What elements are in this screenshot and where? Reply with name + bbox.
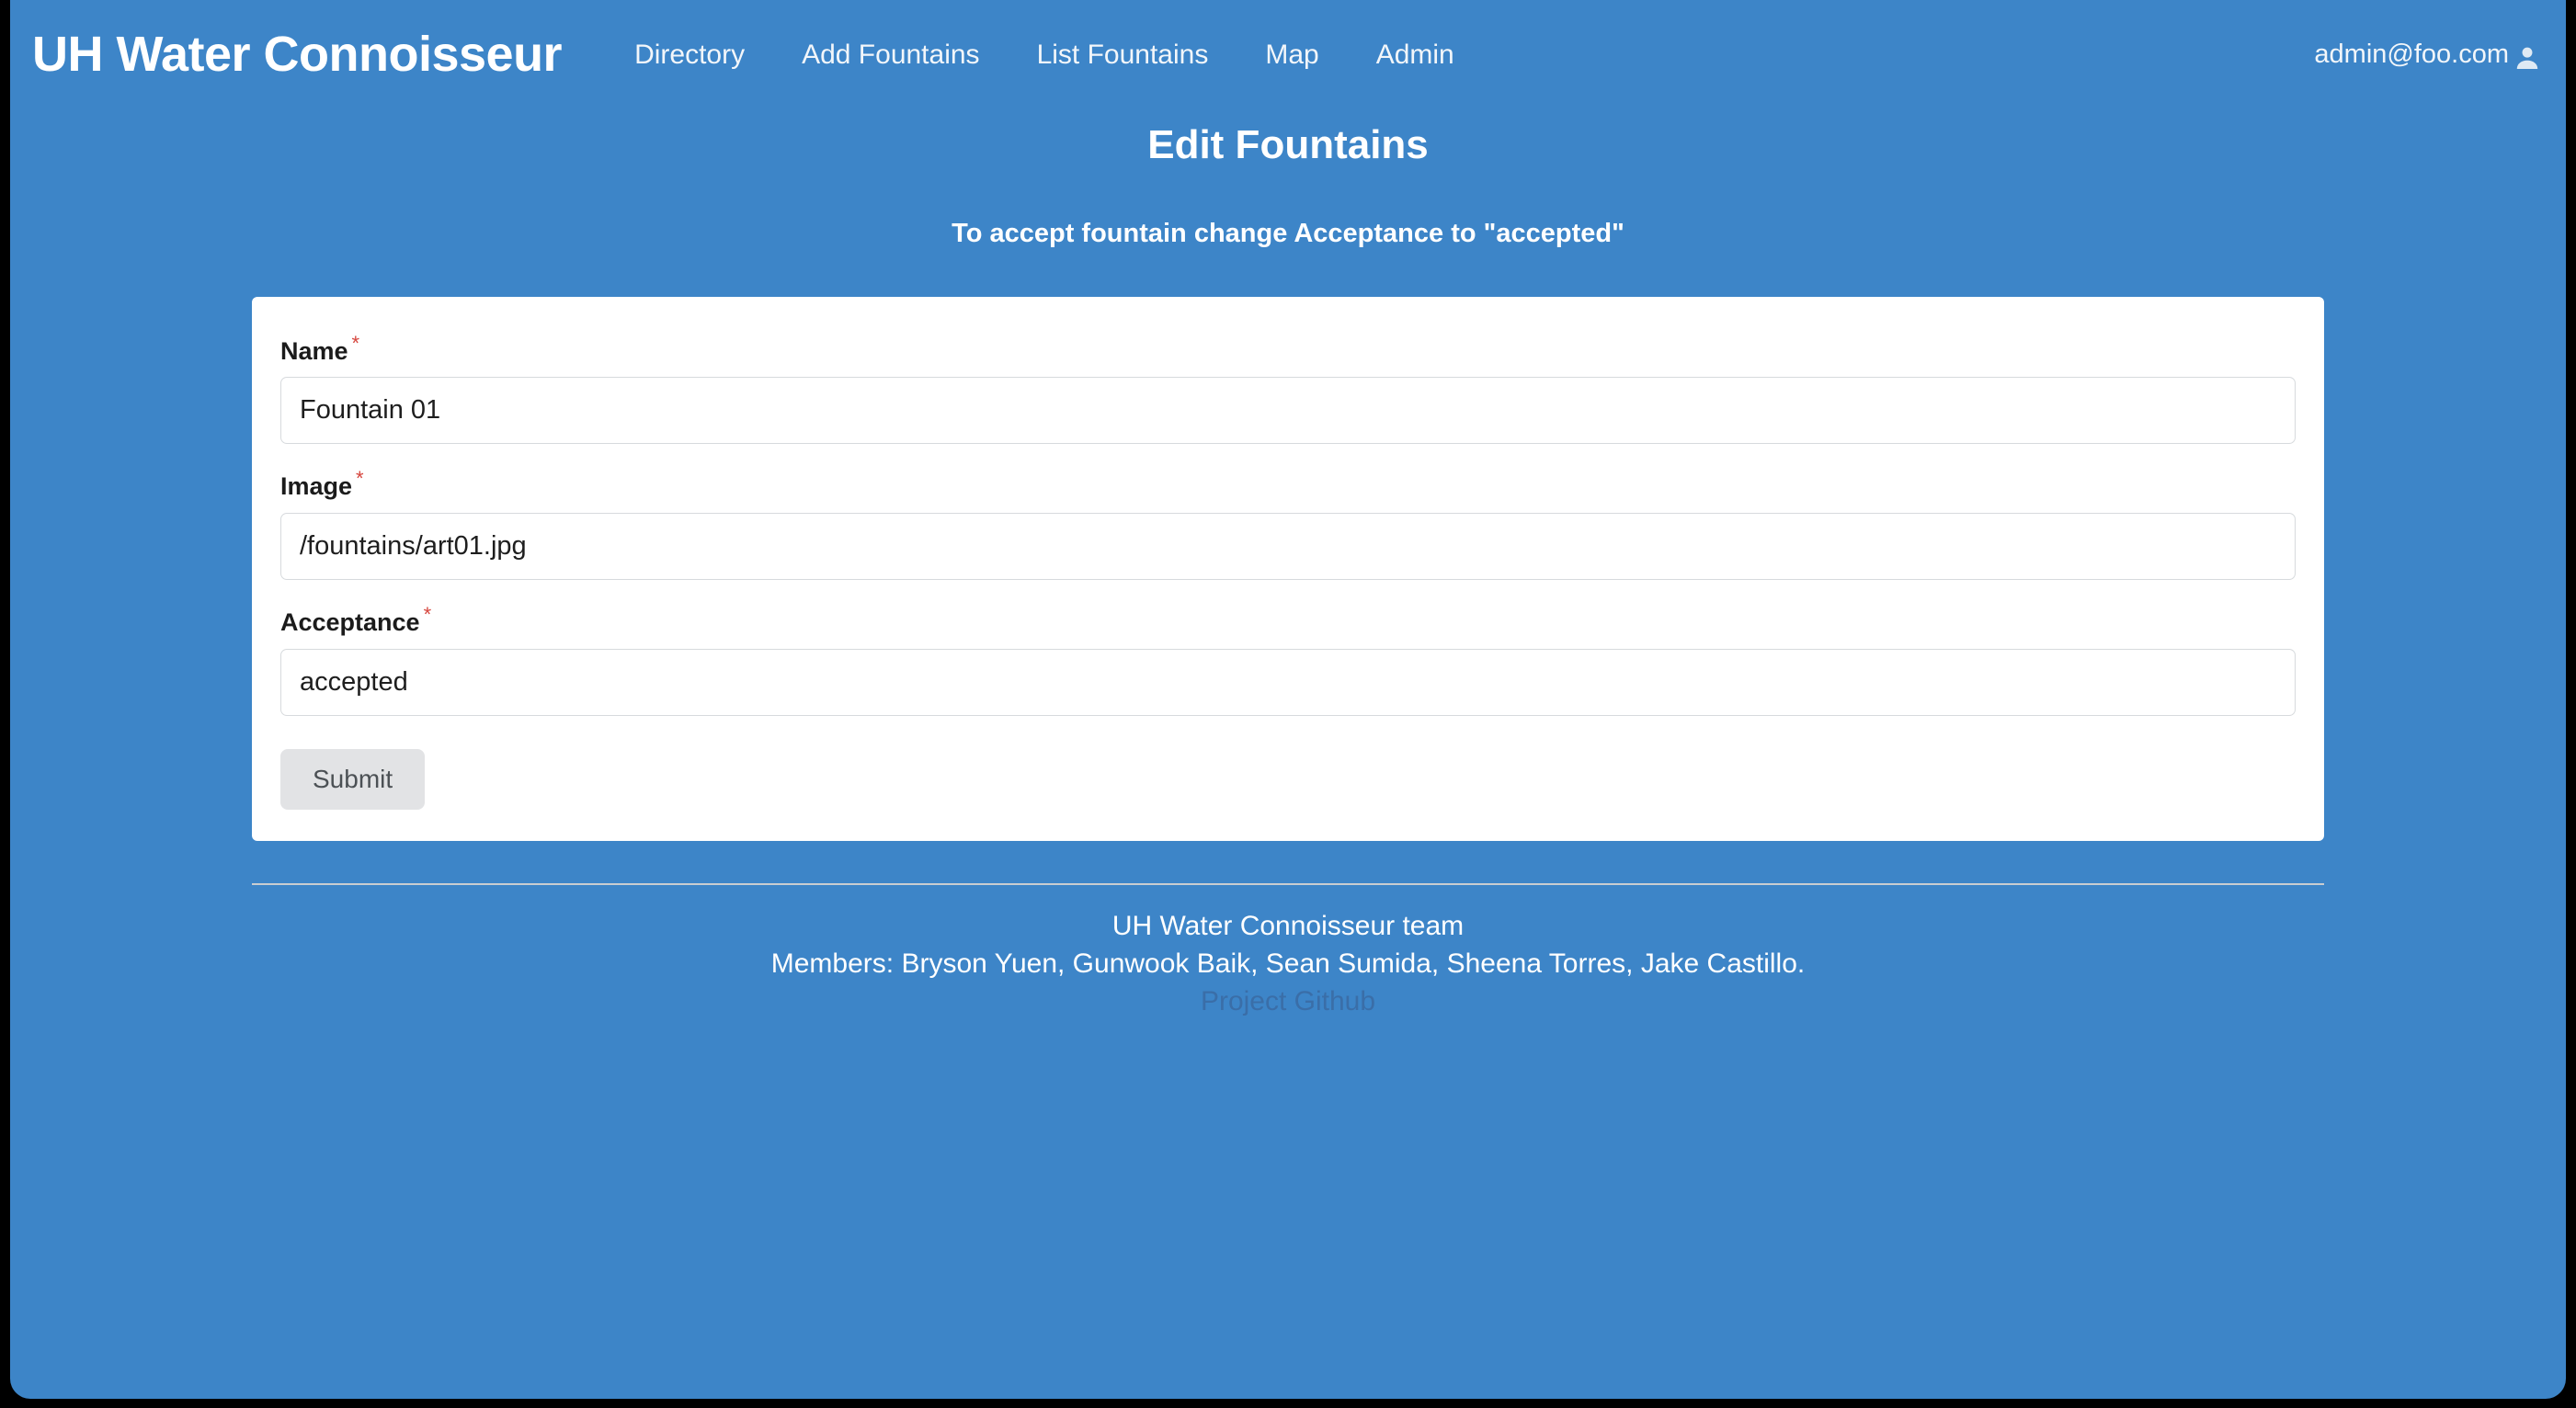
nav-link-directory[interactable]: Directory bbox=[606, 32, 773, 77]
submit-button[interactable]: Submit bbox=[280, 748, 426, 810]
brand-title[interactable]: UH Water Connoisseur bbox=[32, 29, 563, 79]
user-account-icon bbox=[2513, 43, 2542, 73]
field-label-acceptance: Acceptance * bbox=[280, 602, 2296, 637]
page-footer: UH Water Connoisseur team Members: Bryso… bbox=[252, 882, 2324, 1021]
field-label-image-text: Image bbox=[280, 472, 353, 501]
page-subtitle: To accept fountain change Acceptance to … bbox=[952, 218, 1624, 248]
nav-link-admin[interactable]: Admin bbox=[1348, 32, 1483, 77]
footer-divider bbox=[252, 882, 2324, 885]
field-label-acceptance-text: Acceptance bbox=[280, 607, 420, 636]
required-asterisk-acceptance: * bbox=[423, 602, 432, 626]
acceptance-input[interactable] bbox=[280, 648, 2296, 716]
submit-row: Submit bbox=[280, 748, 2296, 810]
top-navbar: UH Water Connoisseur Directory Add Fount… bbox=[10, 0, 2566, 108]
nav-link-list-fountains[interactable]: List Fountains bbox=[1009, 32, 1237, 77]
nav-link-map[interactable]: Map bbox=[1237, 32, 1347, 77]
footer-members-line: Members: Bryson Yuen, Gunwook Baik, Sean… bbox=[770, 948, 1806, 980]
edit-fountain-form-card: Name* Image* Acceptance* Submit bbox=[252, 296, 2324, 841]
field-image: Image * bbox=[280, 468, 2296, 580]
page-title: Edit Fountains bbox=[1147, 122, 1429, 167]
nav-links: Directory Add Fountains List Fountains M… bbox=[606, 32, 2314, 77]
field-label-name: Name * bbox=[280, 331, 2296, 366]
project-github-link[interactable]: Project Github bbox=[252, 982, 2324, 1020]
nav-link-add-fountains[interactable]: Add Fountains bbox=[773, 32, 1008, 77]
required-asterisk-name: * bbox=[351, 331, 360, 355]
field-label-image: Image * bbox=[280, 468, 2296, 501]
field-acceptance: Acceptance * bbox=[280, 602, 2296, 716]
app-window: UH Water Connoisseur Directory Add Fount… bbox=[10, 0, 2566, 1399]
image-input[interactable] bbox=[280, 512, 2296, 580]
field-label-name-text: Name bbox=[280, 336, 348, 365]
user-menu[interactable]: admin@foo.com bbox=[2314, 40, 2542, 70]
field-name: Name * bbox=[280, 331, 2296, 445]
footer-team-line: UH Water Connoisseur team bbox=[1111, 910, 1465, 941]
user-email-label: admin@foo.com bbox=[2314, 39, 2509, 69]
required-asterisk-image: * bbox=[356, 467, 364, 491]
name-input[interactable] bbox=[280, 377, 2296, 445]
